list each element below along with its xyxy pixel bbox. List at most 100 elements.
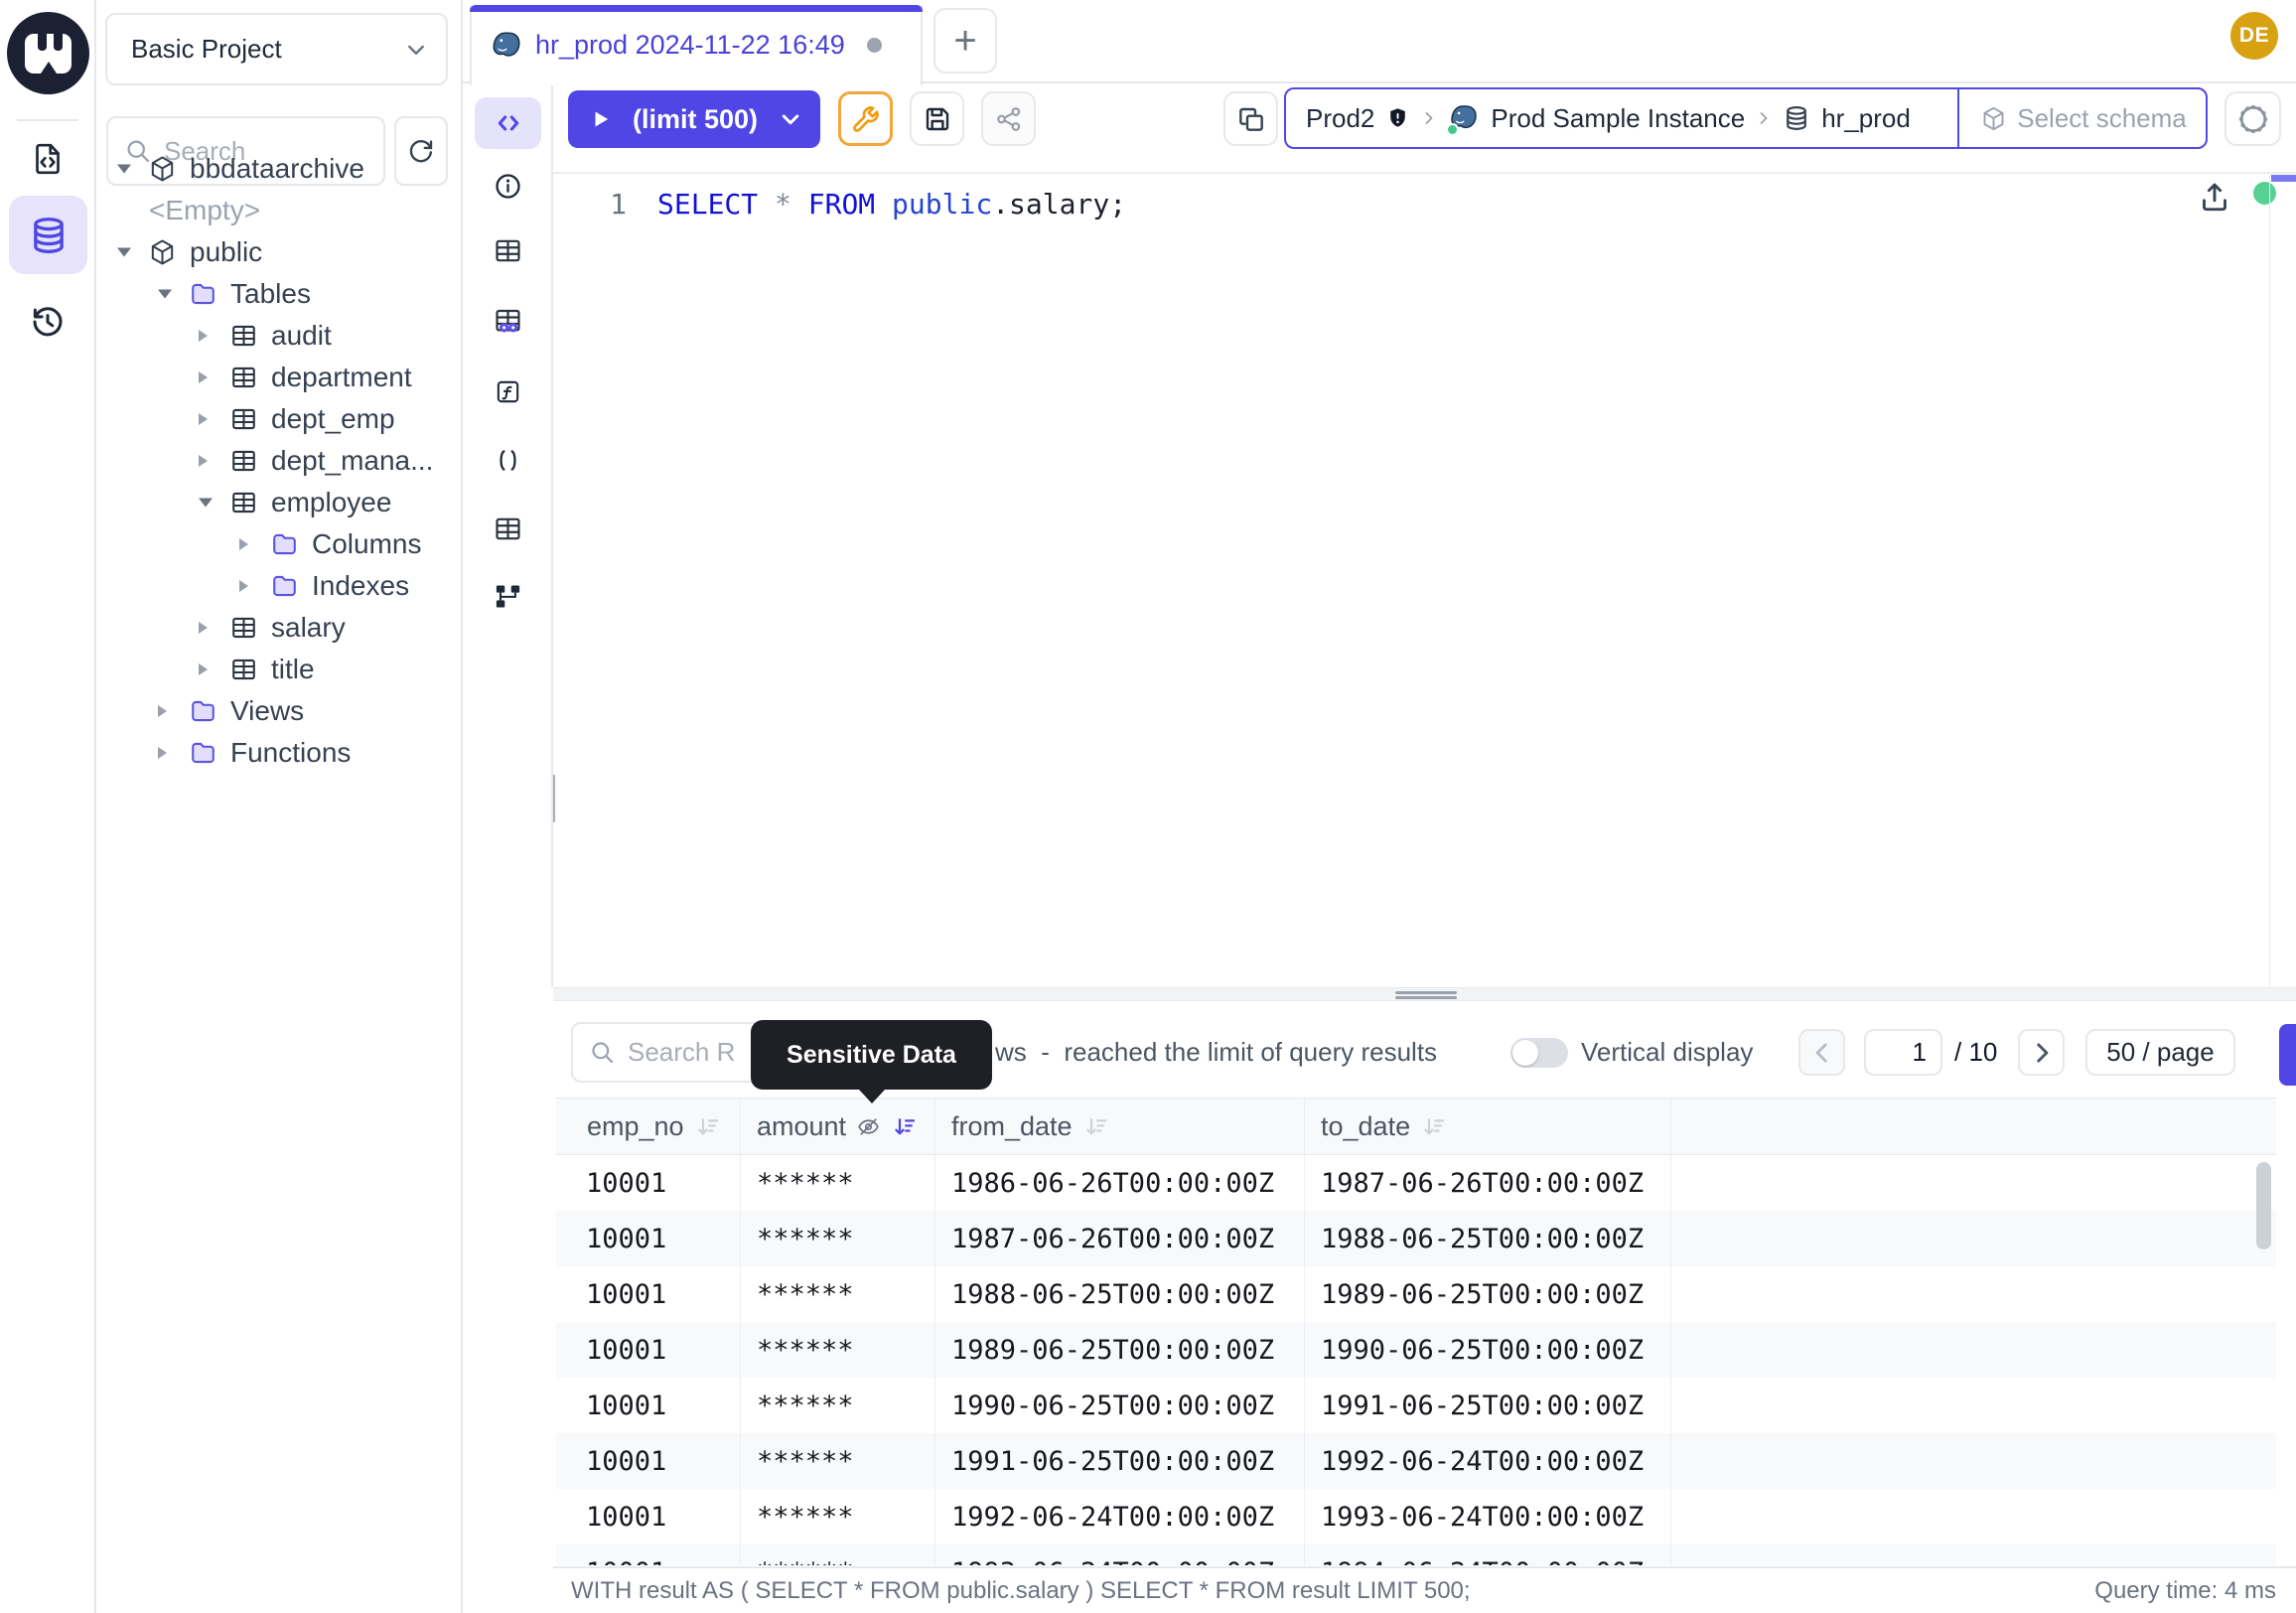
table-cell[interactable]: ****** — [741, 1378, 935, 1433]
table-panel-icon[interactable] — [493, 235, 523, 266]
vertical-display-toggle[interactable] — [1510, 1038, 1568, 1068]
expand-caret-icon[interactable] — [199, 663, 208, 675]
function-icon[interactable] — [493, 376, 523, 407]
expand-caret-icon[interactable] — [199, 622, 208, 634]
splitter-handle[interactable] — [1395, 996, 1457, 999]
sort-icon[interactable] — [1420, 1113, 1447, 1140]
tree-item-columns[interactable]: Columns — [96, 523, 463, 565]
table-cell[interactable]: 1988-06-25T00:00:00Z — [935, 1266, 1305, 1322]
tree-item-employee[interactable]: employee — [96, 482, 463, 523]
expand-caret-icon[interactable] — [199, 413, 208, 425]
expand-caret-icon[interactable] — [239, 580, 248, 592]
table-cell[interactable]: ****** — [741, 1433, 935, 1489]
tree-item-tables[interactable]: Tables — [96, 273, 463, 315]
expand-caret-icon[interactable] — [199, 455, 208, 467]
table-cell[interactable]: 1993-06-24T00:00:00Z — [1305, 1489, 1671, 1544]
run-query-button[interactable]: (limit 500) — [568, 90, 820, 148]
schema-diagram-icon[interactable] — [493, 581, 523, 612]
page-number-field[interactable] — [1866, 1031, 1940, 1074]
table-cell[interactable]: 1990-06-25T00:00:00Z — [1305, 1322, 1671, 1378]
tree-item--empty-[interactable]: <Empty> — [96, 190, 463, 231]
table-cell[interactable]: 10001 — [556, 1544, 741, 1565]
worksheet-file-code-icon[interactable] — [24, 135, 72, 183]
tree-item-bbdataarchive[interactable]: bbdataarchive — [96, 148, 463, 190]
table-cell[interactable]: 1989-06-25T00:00:00Z — [1305, 1266, 1671, 1322]
collapse-caret-icon[interactable] — [199, 499, 213, 508]
table-cell[interactable]: ****** — [741, 1489, 935, 1544]
table-list-icon[interactable] — [493, 513, 523, 544]
table-cell[interactable]: ****** — [741, 1266, 935, 1322]
table-cell[interactable]: 1990-06-25T00:00:00Z — [935, 1378, 1305, 1433]
sort-icon[interactable] — [891, 1113, 918, 1140]
expand-caret-icon[interactable] — [158, 747, 167, 759]
ai-assistant-button[interactable] — [2224, 91, 2281, 146]
collapse-caret-icon[interactable] — [158, 290, 172, 299]
table-cell[interactable]: 1991-06-25T00:00:00Z — [935, 1433, 1305, 1489]
save-button[interactable] — [910, 91, 964, 146]
table-cell[interactable]: 1991-06-25T00:00:00Z — [1305, 1378, 1671, 1433]
table-cell[interactable]: 1992-06-24T00:00:00Z — [1305, 1433, 1671, 1489]
select-schema-button[interactable]: Select schema — [1959, 89, 2208, 147]
results-scrollbar-thumb[interactable] — [2256, 1162, 2271, 1249]
history-icon[interactable] — [24, 298, 72, 346]
share-button[interactable] — [981, 91, 1036, 146]
expand-caret-icon[interactable] — [199, 330, 208, 342]
column-header-amount[interactable]: amount — [741, 1099, 935, 1154]
expand-caret-icon[interactable] — [239, 538, 248, 550]
sort-icon[interactable] — [1082, 1113, 1109, 1140]
tree-item-views[interactable]: Views — [96, 690, 463, 732]
table-cell[interactable]: 1986-06-26T00:00:00Z — [935, 1155, 1305, 1211]
table-cell[interactable]: 1988-06-25T00:00:00Z — [1305, 1211, 1671, 1266]
table-cell[interactable]: 10001 — [556, 1489, 741, 1544]
app-logo[interactable] — [7, 12, 89, 94]
table-cell[interactable]: ****** — [741, 1155, 935, 1211]
masked-data-icon[interactable] — [493, 306, 523, 337]
splitter-handle[interactable] — [1395, 991, 1457, 994]
panel-edge-button[interactable] — [2279, 1024, 2296, 1086]
table-cell[interactable]: 10001 — [556, 1266, 741, 1322]
tree-item-salary[interactable]: salary — [96, 607, 463, 649]
user-avatar[interactable]: DE — [2230, 12, 2278, 60]
sql-editor[interactable]: 1 SELECT * FROM public.salary; — [555, 174, 2296, 987]
table-cell[interactable]: 1989-06-25T00:00:00Z — [935, 1322, 1305, 1378]
tree-item-audit[interactable]: audit — [96, 315, 463, 357]
database-nav-icon-active[interactable] — [9, 196, 87, 274]
info-icon[interactable] — [493, 171, 523, 202]
tab-hr-prod[interactable]: hr_prod 2024-11-22 16:49 — [470, 5, 923, 85]
table-cell[interactable]: ****** — [741, 1544, 935, 1565]
tree-item-functions[interactable]: Functions — [96, 732, 463, 774]
next-page-button[interactable] — [2018, 1029, 2065, 1076]
page-number-input[interactable] — [1864, 1029, 1942, 1076]
tree-item-indexes[interactable]: Indexes — [96, 565, 463, 607]
tree-item-public[interactable]: public — [96, 231, 463, 273]
panel-splitter[interactable] — [553, 987, 2296, 1001]
table-cell[interactable]: 1993-06-24T00:00:00Z — [935, 1544, 1305, 1565]
admin-wrench-button[interactable] — [838, 91, 893, 146]
table-cell[interactable]: ****** — [741, 1211, 935, 1266]
table-cell[interactable]: 10001 — [556, 1155, 741, 1211]
column-header-emp_no[interactable]: emp_no — [556, 1099, 741, 1154]
run-options-chevron-icon[interactable] — [779, 107, 802, 131]
sort-icon[interactable] — [694, 1113, 721, 1140]
connection-breadcrumb[interactable]: Prod2 Prod Sample Instance hr_prod Selec… — [1284, 87, 2208, 149]
code-view-icon-active[interactable] — [475, 97, 541, 149]
column-header-to_date[interactable]: to_date — [1305, 1099, 1671, 1154]
tree-item-title[interactable]: title — [96, 649, 463, 690]
parentheses-icon[interactable] — [493, 445, 523, 476]
collapse-caret-icon[interactable] — [117, 165, 131, 174]
table-cell[interactable]: 10001 — [556, 1433, 741, 1489]
new-tab-button[interactable]: + — [933, 8, 997, 73]
collapse-caret-icon[interactable] — [117, 248, 131, 257]
expand-caret-icon[interactable] — [199, 371, 208, 383]
tree-item-dept-emp[interactable]: dept_emp — [96, 398, 463, 440]
table-cell[interactable]: 10001 — [556, 1378, 741, 1433]
sql-code-line[interactable]: SELECT * FROM public.salary; — [657, 188, 1126, 220]
table-cell[interactable]: 1994-06-24T00:00:00Z — [1305, 1544, 1671, 1565]
upload-sheet-icon[interactable] — [2197, 179, 2232, 215]
tree-item-dept-mana-[interactable]: dept_mana... — [96, 440, 463, 482]
batch-query-button[interactable] — [1223, 91, 1278, 146]
table-cell[interactable]: 1987-06-26T00:00:00Z — [1305, 1155, 1671, 1211]
table-cell[interactable]: 1987-06-26T00:00:00Z — [935, 1211, 1305, 1266]
prev-page-button[interactable] — [1798, 1029, 1845, 1076]
tree-item-department[interactable]: department — [96, 357, 463, 398]
